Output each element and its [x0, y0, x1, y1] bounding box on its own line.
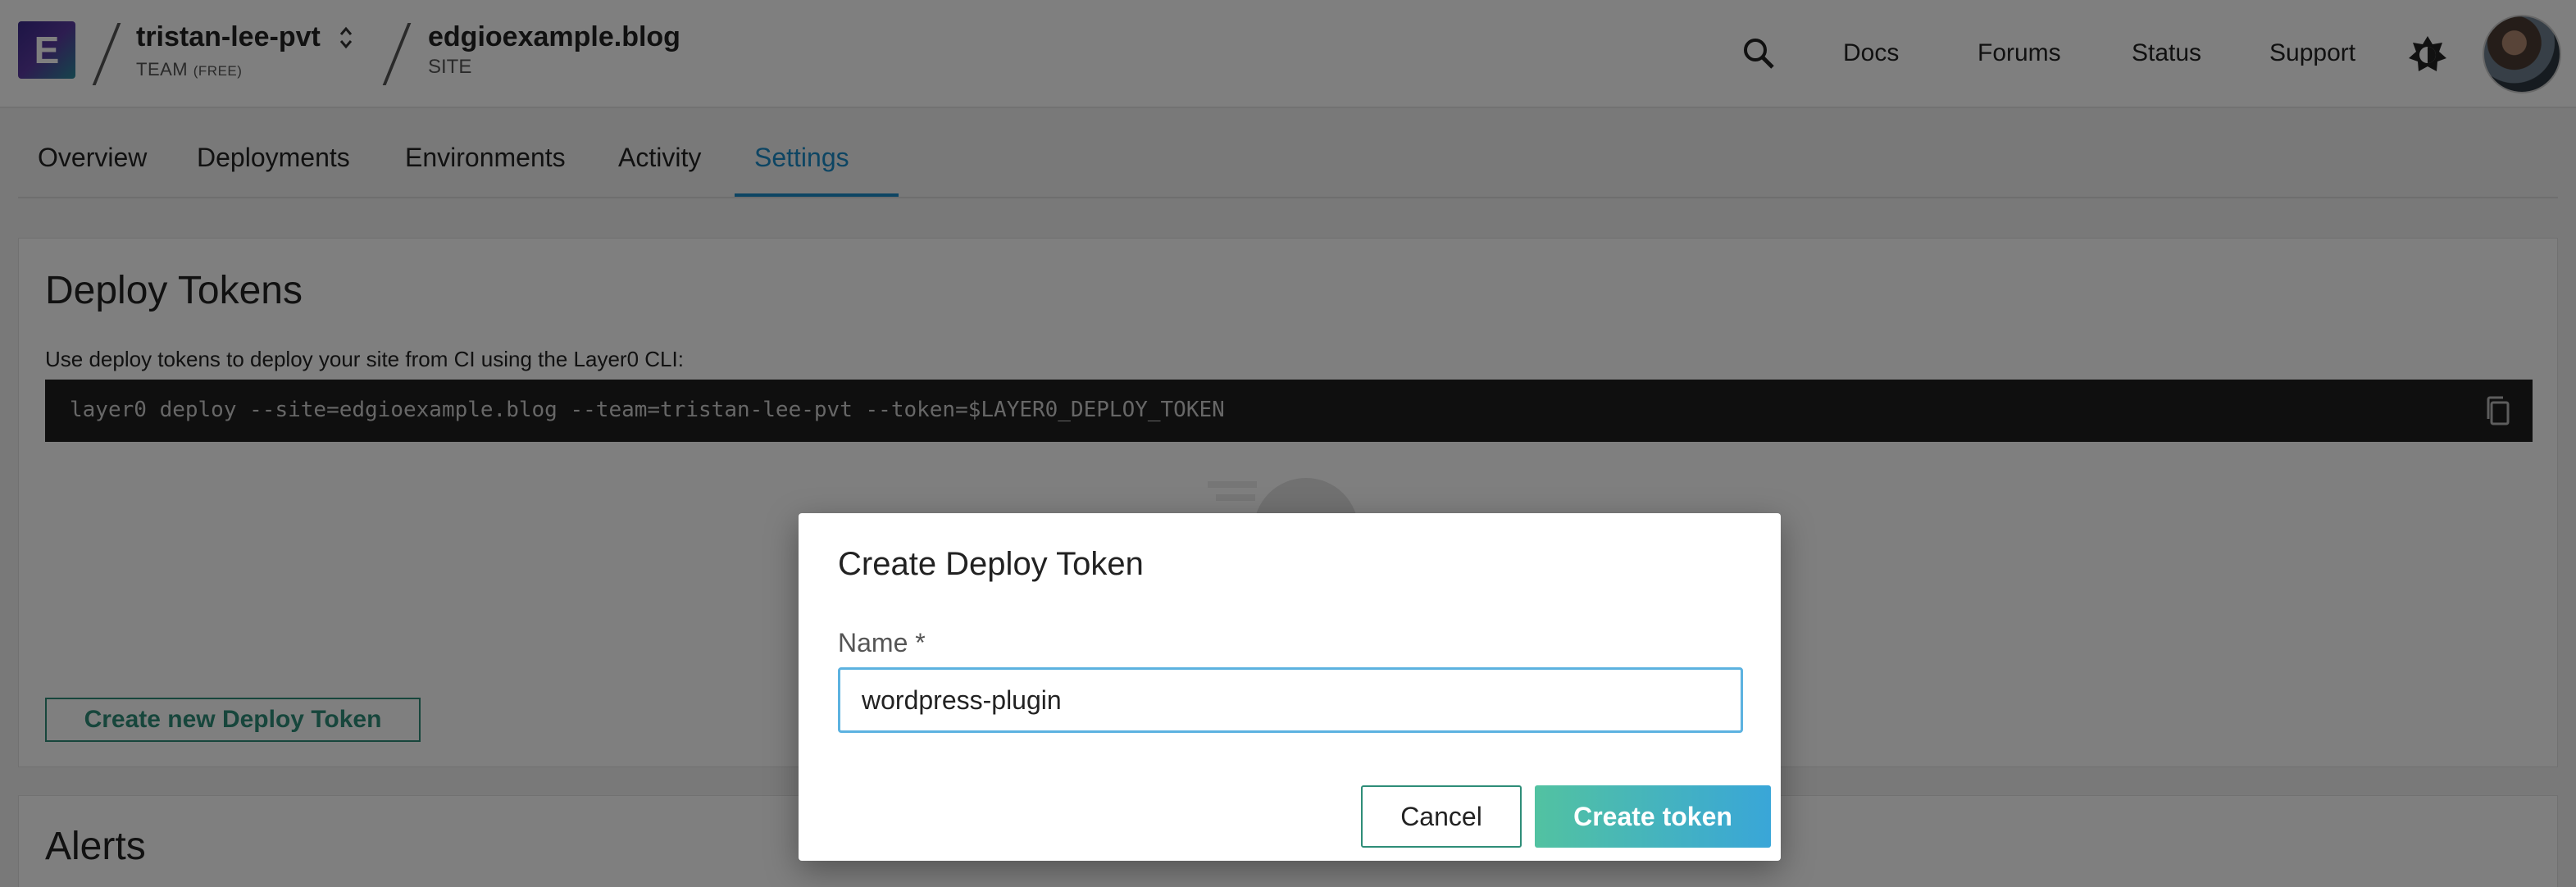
- dialog-title: Create Deploy Token: [838, 546, 1144, 582]
- name-field-label: Name *: [838, 628, 926, 657]
- token-name-input[interactable]: [838, 667, 1743, 733]
- create-deploy-token-dialog: Create Deploy Token Name * Cancel Create…: [799, 513, 1781, 861]
- cancel-button[interactable]: Cancel: [1361, 785, 1522, 848]
- create-token-button[interactable]: Create token: [1535, 785, 1771, 848]
